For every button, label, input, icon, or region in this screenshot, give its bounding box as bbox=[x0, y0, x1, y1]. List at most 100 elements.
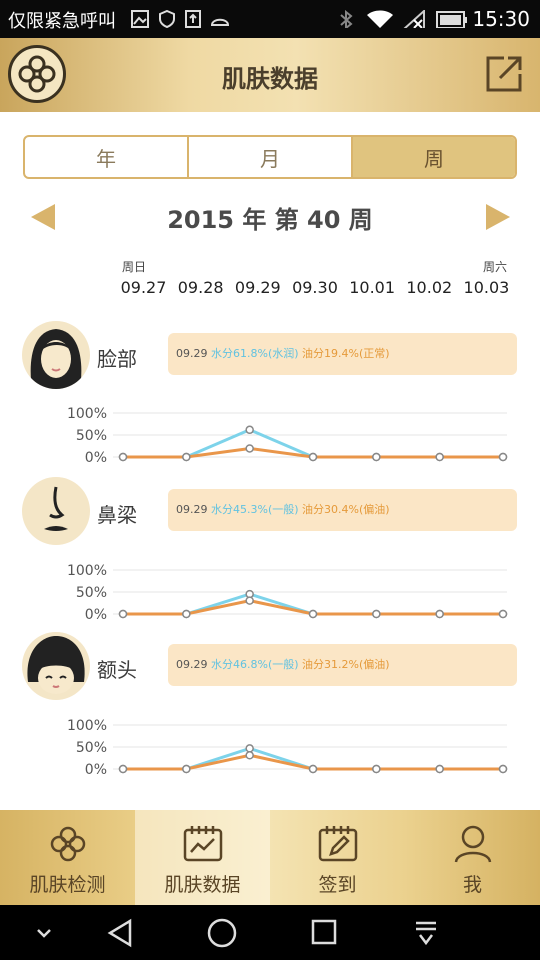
tab-week[interactable]: 周 bbox=[353, 137, 515, 177]
info-date: 09.29 bbox=[176, 347, 208, 360]
next-week-button[interactable] bbox=[486, 204, 510, 230]
bottom-nav: 肌肤检测 肌肤数据 签到 我 bbox=[0, 810, 540, 905]
oil-value: 油分19.4%(正常) bbox=[302, 347, 390, 360]
nose-info-box: 09.29 水分45.3%(一般) 油分30.4%(偏油) bbox=[168, 489, 517, 531]
y-tick-label: 0% bbox=[85, 762, 107, 778]
section-label-face: 脸部 bbox=[97, 347, 137, 371]
y-tick-label: 50% bbox=[76, 585, 107, 601]
status-bar: 仅限紧急呼叫 15:30 bbox=[0, 0, 540, 38]
nose-avatar bbox=[22, 477, 90, 545]
chart-calendar-icon bbox=[183, 826, 222, 862]
face-info-box: 09.29 水分61.8%(水润) 油分19.4%(正常) bbox=[168, 333, 517, 375]
nav-sign-in[interactable]: 签到 bbox=[270, 810, 405, 905]
y-tick-label: 100% bbox=[67, 406, 107, 422]
oil-data-point bbox=[372, 452, 381, 462]
tab-year[interactable]: 年 bbox=[25, 137, 189, 177]
signal-icon bbox=[403, 10, 425, 28]
carrier-text: 仅限紧急呼叫 bbox=[8, 11, 116, 32]
android-icon bbox=[210, 18, 230, 26]
forehead-chart: 100% 50% 0% bbox=[67, 718, 508, 778]
face-chart: 100% 50% 0% bbox=[67, 406, 508, 466]
recents-button[interactable] bbox=[308, 905, 340, 960]
oil-data-point bbox=[245, 444, 254, 453]
forehead-avatar bbox=[22, 632, 90, 700]
water-value: 水分46.8%(一般) bbox=[211, 658, 299, 671]
shield-heart-icon bbox=[159, 10, 175, 28]
nav-label: 肌肤检测 bbox=[29, 874, 106, 896]
nav-label: 我 bbox=[462, 874, 482, 896]
oil-value: 油分30.4%(偏油) bbox=[302, 503, 390, 516]
date-label: 09.28 bbox=[177, 278, 224, 297]
info-date: 09.29 bbox=[176, 658, 208, 671]
y-tick-label: 0% bbox=[85, 450, 107, 466]
water-data-point bbox=[245, 744, 254, 753]
oil-data-point bbox=[118, 609, 128, 619]
nav-label: 肌肤数据 bbox=[164, 874, 241, 896]
oil-data-point bbox=[435, 764, 444, 774]
oil-data-point bbox=[498, 609, 508, 619]
date-label: 10.03 bbox=[463, 278, 510, 297]
y-tick-label: 50% bbox=[76, 740, 107, 756]
end-weekday-label: 周六 bbox=[483, 260, 508, 274]
oil-data-point bbox=[182, 764, 191, 774]
nose-chart: 100% 50% 0% bbox=[67, 563, 508, 623]
nav-label: 签到 bbox=[318, 874, 357, 896]
oil-data-point bbox=[372, 609, 381, 619]
oil-data-point bbox=[182, 452, 191, 462]
face-icon bbox=[30, 329, 82, 389]
home-button[interactable] bbox=[204, 905, 240, 960]
oil-data-point bbox=[372, 764, 381, 774]
page-title: 肌肤数据 bbox=[222, 65, 318, 93]
date-label: 09.27 bbox=[120, 278, 167, 297]
section-label-forehead: 额头 bbox=[97, 658, 137, 682]
date-label: 10.01 bbox=[349, 278, 396, 297]
forehead-info-box: 09.29 水分46.8%(一般) 油分31.2%(偏油) bbox=[168, 644, 517, 686]
y-tick-label: 100% bbox=[67, 563, 107, 579]
oil-value: 油分31.2%(偏油) bbox=[302, 658, 390, 671]
y-tick-label: 50% bbox=[76, 428, 107, 444]
oil-data-point bbox=[435, 609, 444, 619]
nose-icon bbox=[44, 486, 68, 531]
oil-data-point bbox=[182, 609, 191, 619]
oil-data-point bbox=[308, 452, 318, 462]
oil-data-point bbox=[308, 764, 318, 774]
y-tick-label: 100% bbox=[67, 718, 107, 734]
week-title: 2015 年 第 40 周 bbox=[167, 206, 373, 234]
forehead-icon bbox=[27, 636, 85, 694]
tab-month[interactable]: 月 bbox=[189, 137, 353, 177]
date-label: 10.02 bbox=[406, 278, 453, 297]
oil-data-point bbox=[498, 764, 508, 774]
bluetooth-icon bbox=[340, 10, 353, 28]
date-label: 09.30 bbox=[292, 278, 338, 297]
start-weekday-label: 周日 bbox=[122, 260, 147, 274]
period-tabs: 年 月 周 bbox=[23, 135, 517, 179]
wifi-icon bbox=[367, 10, 393, 28]
water-value: 水分61.8%(水润) bbox=[211, 347, 299, 360]
date-label: 09.29 bbox=[234, 278, 281, 297]
section-label-nose: 鼻梁 bbox=[97, 503, 137, 527]
nav-skin-data[interactable]: 肌肤数据 bbox=[135, 810, 270, 905]
chevron-down-icon[interactable] bbox=[32, 905, 56, 960]
app-header: 肌肤数据 bbox=[0, 38, 540, 112]
face-avatar bbox=[22, 321, 90, 389]
y-tick-label: 0% bbox=[85, 607, 107, 623]
sign-in-calendar-icon bbox=[318, 826, 357, 862]
image-icon bbox=[131, 10, 149, 28]
oil-data-point bbox=[498, 452, 508, 462]
clock: 15:30 bbox=[472, 7, 530, 31]
nav-skin-test[interactable]: 肌肤检测 bbox=[0, 810, 135, 905]
nav-me[interactable]: 我 bbox=[405, 810, 540, 905]
flower-icon bbox=[50, 826, 85, 862]
oil-data-point bbox=[245, 751, 254, 760]
oil-data-point bbox=[245, 596, 254, 605]
week-dates: 09.27 09.28 09.29 09.30 10.01 10.02 10.0… bbox=[115, 278, 515, 297]
battery-icon bbox=[436, 11, 467, 28]
oil-data-point bbox=[308, 609, 318, 619]
back-button[interactable] bbox=[104, 905, 136, 960]
oil-data-point bbox=[118, 764, 128, 774]
user-icon bbox=[454, 825, 491, 863]
share-button[interactable] bbox=[482, 52, 526, 96]
notification-pull-icon[interactable] bbox=[410, 905, 442, 960]
water-data-point bbox=[245, 425, 254, 435]
oil-data-point bbox=[435, 452, 444, 462]
